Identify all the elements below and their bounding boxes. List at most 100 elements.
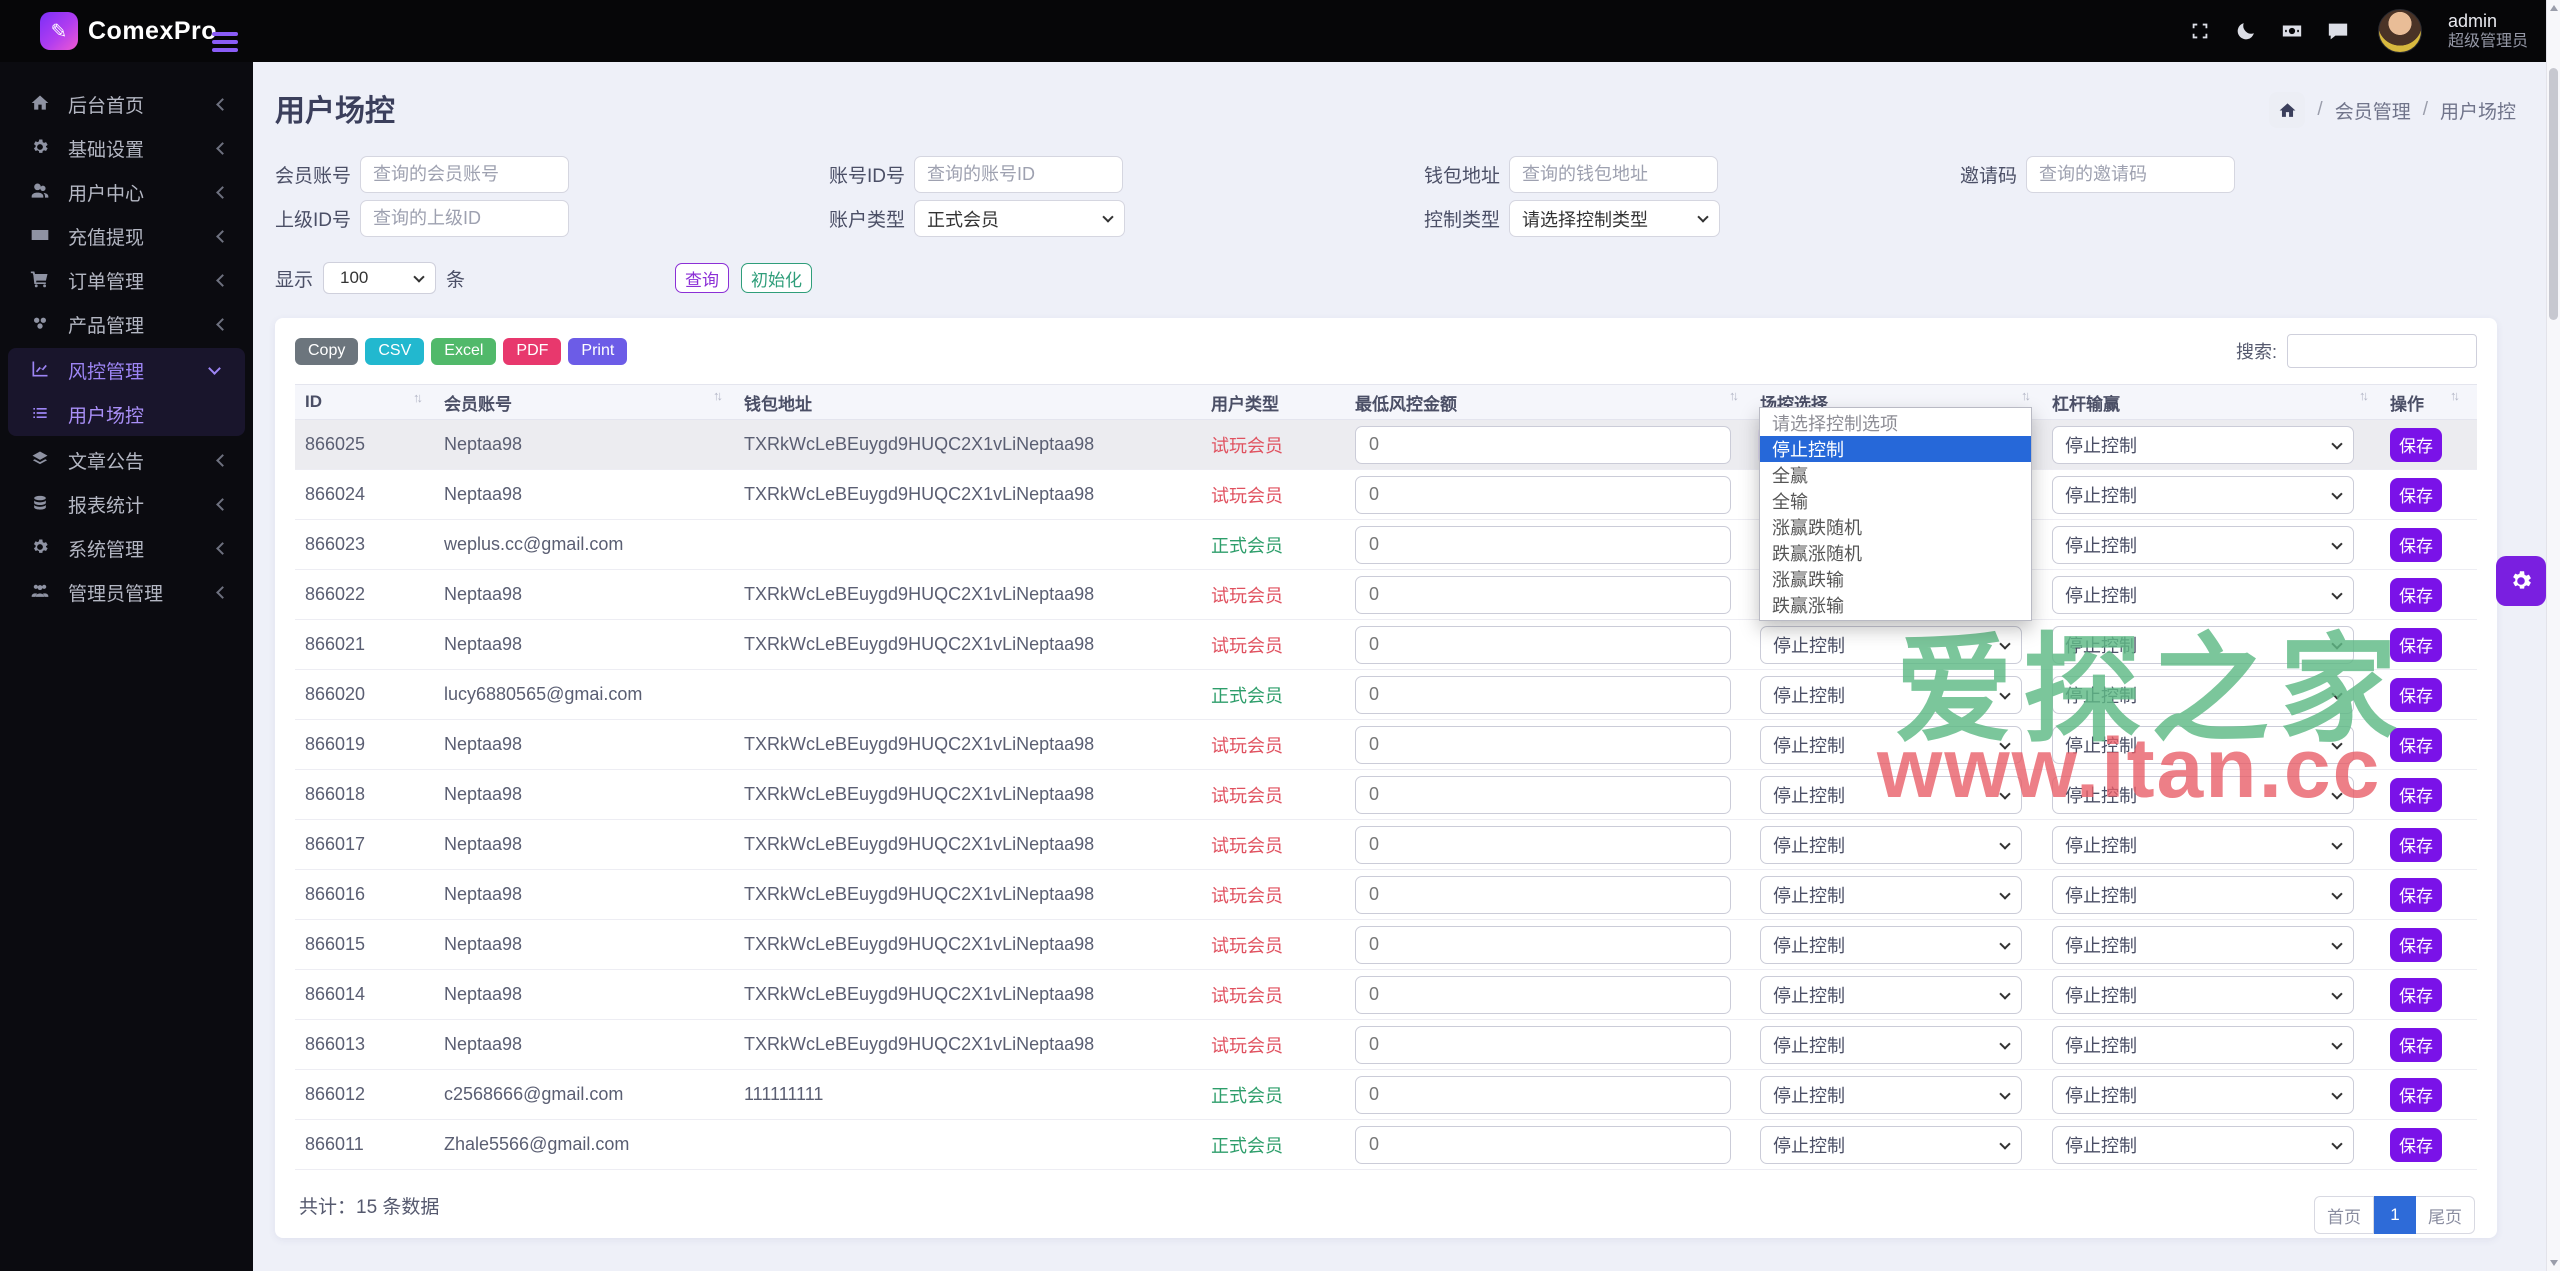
- dropdown-option-停止控制[interactable]: 停止控制: [1760, 436, 2031, 462]
- min-risk-amount-input[interactable]: [1355, 1026, 1731, 1064]
- save-button[interactable]: 保存: [2390, 928, 2442, 962]
- sidebar-item-充值提现[interactable]: 充值提现: [0, 214, 253, 258]
- scrollbar-down-arrow[interactable]: [2550, 1260, 2558, 1266]
- dropdown-option-请选择控制选项[interactable]: 请选择控制选项: [1760, 410, 2031, 436]
- sort-icon[interactable]: ↑↓: [713, 388, 720, 403]
- leverage-select[interactable]: 停止控制: [2052, 1126, 2354, 1164]
- cash-icon[interactable]: [2280, 19, 2304, 43]
- min-risk-amount-input[interactable]: [1355, 526, 1731, 564]
- filter-input-邀请码[interactable]: [2026, 156, 2235, 193]
- sidebar-item-基础设置[interactable]: 基础设置: [0, 126, 253, 170]
- column-header-用户类型[interactable]: 用户类型: [1201, 390, 1345, 415]
- home-icon[interactable]: [2269, 92, 2305, 128]
- column-header-最低风控金额[interactable]: 最低风控金额↑↓: [1345, 390, 1750, 415]
- save-button[interactable]: 保存: [2390, 578, 2442, 612]
- chat-icon[interactable]: [2326, 19, 2350, 43]
- save-button[interactable]: 保存: [2390, 1128, 2442, 1162]
- admin-info[interactable]: admin 超级管理员: [2448, 10, 2528, 53]
- sort-icon[interactable]: ↑↓: [2359, 388, 2366, 403]
- min-risk-amount-input[interactable]: [1355, 726, 1731, 764]
- min-risk-amount-input[interactable]: [1355, 426, 1731, 464]
- min-risk-amount-input[interactable]: [1355, 976, 1731, 1014]
- dropdown-option-全输[interactable]: 全输: [1760, 488, 2031, 514]
- leverage-select[interactable]: 停止控制: [2052, 576, 2354, 614]
- dropdown-option-涨赢跌输[interactable]: 涨赢跌输: [1760, 566, 2031, 592]
- export-print-button[interactable]: Print: [568, 338, 627, 365]
- scene-control-select[interactable]: 停止控制: [1760, 926, 2022, 964]
- min-risk-amount-input[interactable]: [1355, 626, 1731, 664]
- filter-select-账户类型[interactable]: 正式会员: [914, 200, 1125, 237]
- min-risk-amount-input[interactable]: [1355, 826, 1731, 864]
- min-risk-amount-input[interactable]: [1355, 876, 1731, 914]
- save-button[interactable]: 保存: [2390, 828, 2442, 862]
- scrollbar-thumb[interactable]: [2549, 68, 2558, 320]
- sidebar-item-报表统计[interactable]: 报表统计: [0, 482, 253, 526]
- save-button[interactable]: 保存: [2390, 678, 2442, 712]
- leverage-select[interactable]: 停止控制: [2052, 626, 2354, 664]
- save-button[interactable]: 保存: [2390, 528, 2442, 562]
- filter-input-钱包地址[interactable]: [1509, 156, 1718, 193]
- leverage-select[interactable]: 停止控制: [2052, 876, 2354, 914]
- column-header-钱包地址[interactable]: 钱包地址: [734, 390, 1201, 415]
- sidebar-item-用户场控[interactable]: 用户场控: [8, 392, 245, 436]
- reset-button[interactable]: 初始化: [741, 263, 812, 293]
- pagination-page-1[interactable]: 1: [2374, 1196, 2416, 1234]
- breadcrumb-item-parent[interactable]: 会员管理: [2335, 97, 2411, 124]
- sidebar-toggle-icon[interactable]: [212, 32, 238, 54]
- filter-input-会员账号[interactable]: [360, 156, 569, 193]
- save-button[interactable]: 保存: [2390, 478, 2442, 512]
- scene-control-select[interactable]: 停止控制: [1760, 826, 2022, 864]
- min-risk-amount-input[interactable]: [1355, 776, 1731, 814]
- scene-control-select[interactable]: 停止控制: [1760, 626, 2022, 664]
- dropdown-option-跌赢涨输[interactable]: 跌赢涨输: [1760, 592, 2031, 618]
- search-input[interactable]: [2287, 334, 2477, 368]
- min-risk-amount-input[interactable]: [1355, 1126, 1731, 1164]
- scene-control-select[interactable]: 停止控制: [1760, 726, 2022, 764]
- settings-gear-button[interactable]: [2496, 556, 2546, 606]
- leverage-select[interactable]: 停止控制: [2052, 1076, 2354, 1114]
- sidebar-item-系统管理[interactable]: 系统管理: [0, 526, 253, 570]
- scene-control-select[interactable]: 停止控制: [1760, 1026, 2022, 1064]
- filter-select-控制类型[interactable]: 请选择控制类型: [1509, 200, 1720, 237]
- fullscreen-icon[interactable]: [2188, 19, 2212, 43]
- sidebar-item-管理员管理[interactable]: 管理员管理: [0, 570, 253, 614]
- export-excel-button[interactable]: Excel: [431, 338, 496, 365]
- sidebar-item-文章公告[interactable]: 文章公告: [0, 438, 253, 482]
- page-size-select[interactable]: 100: [323, 262, 436, 294]
- save-button[interactable]: 保存: [2390, 978, 2442, 1012]
- scene-control-select[interactable]: 停止控制: [1760, 876, 2022, 914]
- scene-control-select[interactable]: 停止控制: [1760, 1076, 2022, 1114]
- filter-input-账号ID号[interactable]: [914, 156, 1123, 193]
- dropdown-option-全赢[interactable]: 全赢: [1760, 462, 2031, 488]
- min-risk-amount-input[interactable]: [1355, 676, 1731, 714]
- pagination-first[interactable]: 首页: [2314, 1196, 2374, 1234]
- sidebar-item-用户中心[interactable]: 用户中心: [0, 170, 253, 214]
- column-header-会员账号[interactable]: 会员账号↑↓: [434, 390, 734, 415]
- query-button[interactable]: 查询: [675, 263, 729, 293]
- pagination-last[interactable]: 尾页: [2416, 1196, 2475, 1234]
- avatar[interactable]: [2378, 9, 2422, 53]
- save-button[interactable]: 保存: [2390, 778, 2442, 812]
- scene-control-select[interactable]: 停止控制: [1760, 1126, 2022, 1164]
- leverage-select[interactable]: 停止控制: [2052, 726, 2354, 764]
- sidebar-item-产品管理[interactable]: 产品管理: [0, 302, 253, 346]
- export-pdf-button[interactable]: PDF: [503, 338, 561, 365]
- save-button[interactable]: 保存: [2390, 1078, 2442, 1112]
- column-header-杠杆输赢[interactable]: 杠杆输赢↑↓: [2042, 390, 2380, 415]
- filter-input-上级ID号[interactable]: [360, 200, 569, 237]
- sort-icon[interactable]: ↑↓: [2021, 388, 2028, 403]
- leverage-select[interactable]: 停止控制: [2052, 526, 2354, 564]
- sort-icon[interactable]: ↑↓: [1729, 388, 1736, 403]
- leverage-select[interactable]: 停止控制: [2052, 826, 2354, 864]
- column-header-操作[interactable]: 操作↑↓: [2380, 390, 2471, 415]
- min-risk-amount-input[interactable]: [1355, 926, 1731, 964]
- sidebar-item-订单管理[interactable]: 订单管理: [0, 258, 253, 302]
- leverage-select[interactable]: 停止控制: [2052, 676, 2354, 714]
- save-button[interactable]: 保存: [2390, 428, 2442, 462]
- leverage-select[interactable]: 停止控制: [2052, 1026, 2354, 1064]
- sidebar-item-风控管理[interactable]: 风控管理: [8, 348, 245, 392]
- sort-icon[interactable]: ↑↓: [413, 390, 420, 405]
- leverage-select[interactable]: 停止控制: [2052, 976, 2354, 1014]
- export-csv-button[interactable]: CSV: [365, 338, 424, 365]
- scrollbar-up-arrow[interactable]: [2550, 5, 2558, 11]
